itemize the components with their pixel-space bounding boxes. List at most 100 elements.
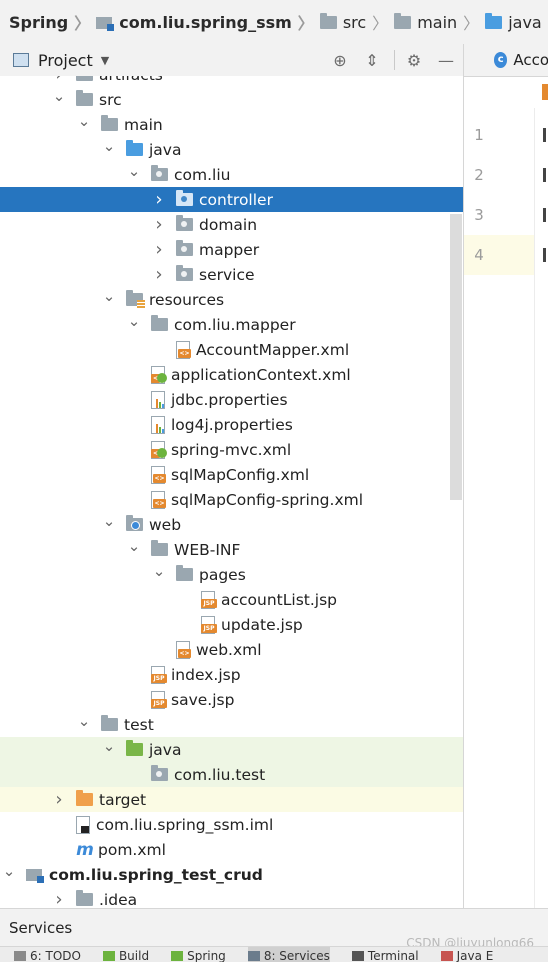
tree-node[interactable]: ›controller [0, 187, 463, 212]
tree-node[interactable]: com.liu.spring_ssm.iml [0, 812, 450, 837]
tree-node[interactable]: jdbc.properties [0, 387, 450, 412]
services-label: Services [9, 919, 72, 937]
breadcrumb-label: src [343, 13, 366, 32]
tree-node[interactable]: <spring-mvc.xml [0, 437, 450, 462]
tool-window-button[interactable]: Build [103, 947, 149, 962]
breadcrumb-item[interactable]: com.liu.spring_ssm〉 [96, 10, 320, 34]
tool-window-icon [14, 951, 26, 961]
chevron-down-icon[interactable]: ⌄ [1, 862, 17, 880]
tool-window-button[interactable]: Spring [171, 947, 226, 962]
tree-node[interactable]: <applicationContext.xml [0, 362, 450, 387]
chevron-down-icon[interactable]: ⌄ [101, 137, 117, 155]
chevron-right-icon[interactable]: › [51, 789, 67, 810]
chevron-down-icon[interactable]: ⌄ [51, 87, 67, 105]
tree-node[interactable]: ⌄java [0, 737, 463, 762]
tool-window-button[interactable]: Terminal [352, 947, 419, 962]
tree-node[interactable]: ⌄com.liu.mapper [0, 312, 450, 337]
tree-node[interactable]: JSPaccountList.jsp [0, 587, 450, 612]
tool-window-button[interactable]: Java E [441, 947, 494, 962]
chevron-right-icon[interactable]: › [151, 189, 167, 210]
tree-node-label: index.jsp [171, 666, 241, 684]
chevron-down-icon[interactable]: ⌄ [126, 162, 142, 180]
project-icon [13, 53, 29, 67]
breadcrumb-item[interactable]: src〉 [320, 10, 394, 34]
properties-file-icon [151, 416, 165, 433]
web-folder-icon [126, 518, 143, 531]
tree-node[interactable]: com.liu.test [0, 762, 463, 787]
tree-node[interactable]: log4j.properties [0, 412, 450, 437]
tree-node[interactable]: ›service [0, 262, 450, 287]
tree-node[interactable]: ⌄test [0, 712, 450, 737]
breadcrumb-item[interactable]: Spring〉 [9, 10, 96, 34]
tree-node[interactable]: ›target [0, 787, 463, 812]
chevron-right-icon[interactable]: › [151, 264, 167, 285]
chevron-down-icon[interactable]: ⌄ [126, 312, 142, 330]
tree-node[interactable]: ⌄ resources [0, 287, 450, 312]
project-tree[interactable]: ›artifacts⌄src⌄main⌄java⌄com.liu›control… [0, 76, 463, 908]
tree-node[interactable]: JSPsave.jsp [0, 687, 450, 712]
spring-xml-icon: < [151, 441, 165, 458]
tree-scrollbar[interactable] [450, 214, 462, 500]
chevron-down-icon[interactable]: ▼ [101, 54, 109, 67]
tree-node[interactable]: ⌄WEB-INF [0, 537, 450, 562]
tree-node[interactable]: <>web.xml [0, 637, 450, 662]
maven-icon: m [76, 840, 94, 860]
tree-node[interactable]: JSPupdate.jsp [0, 612, 450, 637]
source-folder-icon [126, 143, 143, 156]
line-number: 3 [464, 195, 494, 235]
tree-node[interactable]: ›mapper [0, 237, 450, 262]
locate-icon[interactable]: ⊕ [330, 50, 350, 70]
tree-node[interactable]: ⌄main [0, 112, 450, 137]
tree-node[interactable]: ›domain [0, 212, 450, 237]
chevron-down-icon[interactable]: ⌄ [101, 737, 117, 755]
tree-node-label: web [149, 516, 181, 534]
tree-node-label: log4j.properties [171, 416, 293, 434]
tree-node-label: com.liu.spring_test_crud [49, 866, 263, 884]
line-number-text: 2 [474, 166, 484, 184]
package-icon [176, 268, 193, 281]
tree-node[interactable]: <>sqlMapConfig-spring.xml [0, 487, 450, 512]
editor-pane[interactable]: c Acco 1234 [463, 44, 548, 908]
breadcrumb-item[interactable]: main〉 [394, 10, 485, 34]
chevron-down-icon[interactable]: ⌄ [151, 562, 167, 580]
tool-window-button[interactable]: 8: Services [248, 947, 330, 962]
tree-node[interactable]: ›artifacts [0, 76, 450, 87]
editor-tab-label: Acco [513, 51, 548, 69]
gear-icon[interactable]: ⚙ [404, 50, 424, 70]
tree-node[interactable]: ⌄ com.liu.spring_test_crud [0, 862, 450, 887]
tree-node-label: .idea [99, 891, 137, 909]
project-view-selector[interactable]: Project [38, 51, 93, 70]
tree-node[interactable]: › .idea [0, 887, 450, 908]
tree-node-label: applicationContext.xml [171, 366, 351, 384]
jsp-file-icon: JSP [151, 666, 165, 683]
chevron-right-icon[interactable]: › [151, 214, 167, 235]
hide-icon[interactable]: — [436, 50, 456, 70]
tool-window-bar: 6: TODO Build Spring 8: Services Terminal Jav… [0, 946, 548, 962]
chevron-down-icon[interactable]: ⌄ [76, 712, 92, 730]
tree-node[interactable]: <>sqlMapConfig.xml [0, 462, 450, 487]
chevron-down-icon[interactable]: ⌄ [101, 287, 117, 305]
tree-node[interactable]: JSP index.jsp [0, 662, 450, 687]
collapse-all-icon[interactable]: ⇕ [362, 50, 382, 70]
breadcrumb: Spring〉com.liu.spring_ssm〉src〉main〉java〉… [0, 0, 548, 45]
module-icon [26, 867, 43, 882]
chevron-right-icon[interactable]: › [51, 76, 67, 85]
chevron-right-icon[interactable]: › [151, 239, 167, 260]
chevron-right-icon[interactable]: › [51, 889, 67, 908]
tree-node[interactable]: ⌄ web [0, 512, 450, 537]
tree-node[interactable]: ⌄java [0, 137, 450, 162]
tree-node[interactable]: ⌄pages [0, 562, 450, 587]
tree-node-label: resources [149, 291, 224, 309]
tool-window-button[interactable]: 6: TODO [14, 947, 81, 962]
tree-node[interactable]: ⌄com.liu [0, 162, 450, 187]
tree-node[interactable]: ⌄src [0, 87, 450, 112]
chevron-down-icon[interactable]: ⌄ [76, 112, 92, 130]
tree-node-label: pom.xml [98, 841, 166, 859]
tree-node[interactable]: mpom.xml [0, 837, 450, 862]
breadcrumb-item[interactable]: java〉 [485, 10, 548, 34]
tree-node[interactable]: <>AccountMapper.xml [0, 337, 450, 362]
chevron-down-icon[interactable]: ⌄ [101, 512, 117, 530]
code-line-fragment [543, 168, 546, 182]
chevron-down-icon[interactable]: ⌄ [126, 537, 142, 555]
editor-tab[interactable]: c Acco [464, 44, 548, 77]
